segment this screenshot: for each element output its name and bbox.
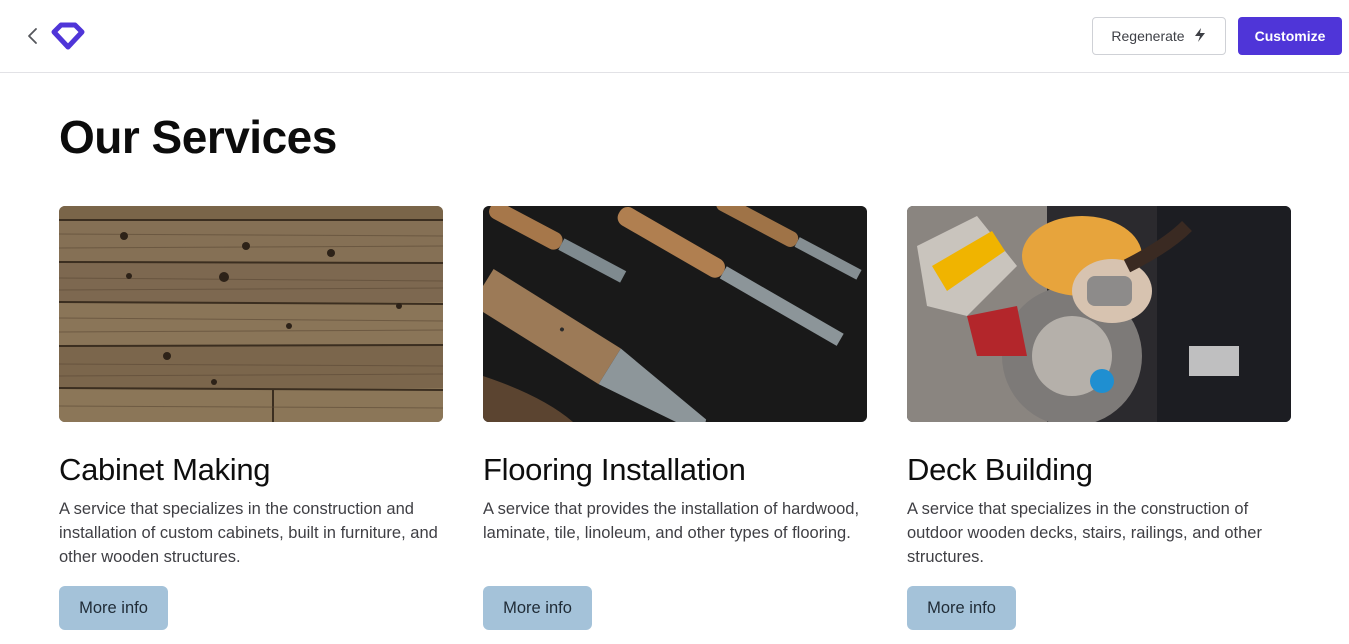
lightning-icon (1193, 27, 1207, 46)
service-card-cabinet-making: Cabinet Making A service that specialize… (59, 206, 443, 630)
page-title: Our Services (59, 111, 337, 163)
top-bar: Regenerate Customize (0, 0, 1349, 73)
back-chevron-icon[interactable] (24, 26, 42, 46)
miter-saw-worker-image (907, 206, 1291, 422)
more-info-button[interactable]: More info (59, 586, 168, 630)
wood-planks-image (59, 206, 443, 422)
regenerate-label: Regenerate (1111, 28, 1185, 44)
card-title: Deck Building (907, 452, 1093, 487)
card-title: Cabinet Making (59, 452, 271, 487)
customize-button[interactable]: Customize (1238, 17, 1342, 55)
service-card-flooring-installation: Flooring Installation A service that pro… (483, 206, 867, 630)
regenerate-button[interactable]: Regenerate (1092, 17, 1226, 55)
more-info-button[interactable]: More info (483, 586, 592, 630)
card-description: A service that specializes in the constr… (907, 500, 1262, 566)
diamond-logo-icon[interactable] (51, 22, 85, 50)
card-description: A service that specializes in the constr… (59, 500, 438, 566)
card-description: A service that provides the installation… (483, 500, 860, 542)
service-card-deck-building: Deck Building A service that specializes… (907, 206, 1291, 630)
customize-label: Customize (1254, 28, 1326, 44)
card-title: Flooring Installation (483, 452, 746, 487)
chisels-image (483, 206, 867, 422)
more-info-button[interactable]: More info (907, 586, 1016, 630)
